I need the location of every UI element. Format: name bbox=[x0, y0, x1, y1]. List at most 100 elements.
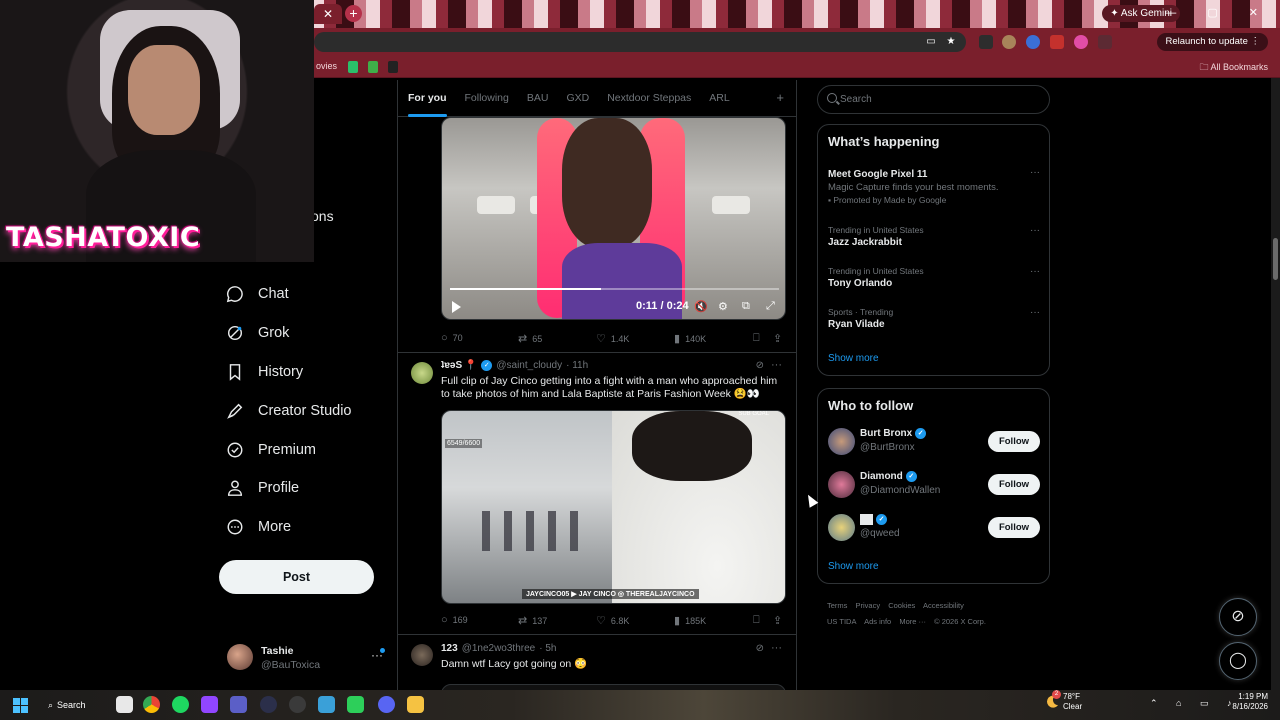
more-icon[interactable]: ··· bbox=[771, 642, 782, 654]
follow-button[interactable]: Follow bbox=[988, 517, 1040, 538]
weather-icon[interactable]: 2 bbox=[1044, 690, 1061, 715]
trend-item[interactable]: Sports · Trending Ryan Vilade ··· bbox=[828, 307, 1040, 330]
obs-icon[interactable] bbox=[289, 696, 306, 713]
weather-readout[interactable]: 78°F Clear bbox=[1063, 692, 1082, 712]
more-icon[interactable]: ··· bbox=[1030, 307, 1040, 318]
file-icon[interactable] bbox=[116, 696, 133, 713]
trend-item[interactable]: Trending in United States Jazz Jackrabbi… bbox=[828, 225, 1040, 248]
bookmark-icon[interactable] bbox=[348, 61, 358, 73]
nav-item-profile[interactable]: Profile bbox=[226, 479, 299, 497]
nav-item-history[interactable]: History bbox=[226, 363, 303, 381]
repost-button[interactable]: ⇄ 137 bbox=[518, 614, 547, 627]
reply-button[interactable]: ○ 70 bbox=[441, 332, 463, 344]
folder-icon[interactable] bbox=[407, 696, 424, 713]
extension-icon[interactable] bbox=[1026, 35, 1040, 49]
account-switcher[interactable]: Tashie @BauToxica ··· bbox=[227, 642, 387, 674]
footer-link[interactable]: Terms bbox=[827, 601, 847, 610]
all-bookmarks[interactable]: 🗀 All Bookmarks bbox=[1199, 60, 1268, 76]
more-icon[interactable]: ··· bbox=[771, 359, 782, 371]
avatar[interactable] bbox=[411, 362, 433, 384]
scrollbar[interactable] bbox=[1271, 78, 1280, 690]
extension-icon[interactable] bbox=[1098, 35, 1112, 49]
grok-icon[interactable]: ⊘ bbox=[756, 643, 764, 654]
scroll-thumb[interactable] bbox=[1273, 238, 1278, 280]
nav-item-creator-studio[interactable]: Creator Studio bbox=[226, 402, 352, 420]
tab-arl[interactable]: ARL bbox=[709, 80, 729, 117]
follow-button[interactable]: Follow bbox=[988, 474, 1040, 495]
extension-icon[interactable] bbox=[1074, 35, 1088, 49]
app-icon[interactable] bbox=[347, 696, 364, 713]
spotify-icon[interactable] bbox=[172, 696, 189, 713]
footer-link[interactable]: Ads info bbox=[864, 617, 891, 626]
reply-button[interactable]: ○ 169 bbox=[441, 614, 468, 626]
discord-icon[interactable] bbox=[378, 696, 395, 713]
new-tab-button[interactable]: + bbox=[345, 5, 362, 22]
footer-link[interactable]: Accessibility bbox=[923, 601, 964, 610]
like-button[interactable]: ♡ 6.8K bbox=[596, 614, 629, 627]
app-icon[interactable] bbox=[260, 696, 277, 713]
tab-following[interactable]: Following bbox=[465, 80, 509, 117]
repost-button[interactable]: ⇄ 65 bbox=[518, 332, 542, 345]
messages-button[interactable]: ◯ bbox=[1219, 642, 1257, 680]
mute-icon[interactable]: 🔇 bbox=[694, 300, 708, 313]
footer-link[interactable]: Privacy bbox=[856, 601, 881, 610]
extension-icon[interactable] bbox=[1050, 35, 1064, 49]
video-progress-bar[interactable] bbox=[450, 288, 779, 290]
like-button[interactable]: ♡ 1.4K bbox=[596, 332, 629, 345]
avatar[interactable] bbox=[411, 644, 433, 666]
bookmark-button[interactable]: ⎕ bbox=[753, 614, 760, 627]
footer-link[interactable]: More ··· bbox=[899, 617, 926, 626]
trend-item[interactable]: Meet Google Pixel 11 Magic Capture finds… bbox=[828, 167, 1040, 205]
taskbar-search[interactable]: ⌕ Search bbox=[48, 697, 86, 713]
tab-for-you[interactable]: For you bbox=[408, 80, 447, 117]
cast-icon[interactable]: ▭ bbox=[924, 35, 938, 49]
trend-item[interactable]: Trending in United States Tony Orlando ·… bbox=[828, 266, 1040, 289]
follow-suggestion[interactable]: ✓ @qweed Follow bbox=[828, 514, 1040, 544]
popout-icon[interactable]: ⧉ bbox=[742, 300, 750, 313]
relaunch-button[interactable]: Relaunch to update ⋮ bbox=[1157, 33, 1268, 51]
nav-item-chat[interactable]: Chat bbox=[226, 285, 289, 303]
tab-gxd[interactable]: GXD bbox=[566, 80, 589, 117]
tweet-author-name[interactable]: 123 bbox=[441, 643, 458, 654]
tab-bau[interactable]: BAU bbox=[527, 80, 549, 117]
address-bar[interactable] bbox=[314, 32, 966, 52]
views-button[interactable]: ▮ 140K bbox=[674, 332, 706, 345]
tab-nextdoor-steppas[interactable]: Nextdoor Steppas bbox=[607, 80, 691, 117]
add-tab-button[interactable]: + bbox=[776, 90, 784, 105]
settings-icon[interactable]: ⚙ bbox=[718, 300, 728, 313]
tweet-time[interactable]: · 11h bbox=[566, 360, 588, 371]
follow-suggestion[interactable]: Diamond ✓ @DiamondWallen Follow bbox=[828, 471, 1040, 501]
views-button[interactable]: ▮ 185K bbox=[674, 614, 706, 627]
bookmark-button[interactable]: ⎕ bbox=[753, 332, 760, 345]
follow-button[interactable]: Follow bbox=[988, 431, 1040, 452]
nav-item-grok[interactable]: Grok bbox=[226, 324, 289, 342]
tab-close-icon[interactable]: ✕ bbox=[314, 4, 342, 24]
show-more-link[interactable]: Show more bbox=[828, 353, 879, 364]
star-icon[interactable]: ★ bbox=[944, 35, 958, 49]
show-more-link[interactable]: Show more bbox=[828, 561, 879, 572]
fullscreen-icon[interactable]: ⤢ bbox=[766, 300, 775, 313]
share-button[interactable]: ⇪ bbox=[773, 614, 782, 627]
nav-item-more[interactable]: More bbox=[226, 518, 291, 536]
twitch-icon[interactable] bbox=[201, 696, 218, 713]
play-icon[interactable] bbox=[452, 301, 461, 313]
share-button[interactable]: ⇪ bbox=[773, 332, 782, 345]
bookmark-movies[interactable]: ovies bbox=[316, 61, 337, 71]
more-icon[interactable]: ··· bbox=[1030, 266, 1040, 277]
follow-suggestion[interactable]: Burt Bronx ✓ @BurtBronx Follow bbox=[828, 428, 1040, 458]
bookmark-icon[interactable] bbox=[388, 61, 398, 73]
tweet-video[interactable]: 6549/6600 SUB GOAL JAYCINCO05 ▶ JAY CINC… bbox=[441, 410, 786, 604]
nav-item-partial[interactable]: ons bbox=[311, 208, 334, 224]
search-input[interactable]: Search bbox=[817, 85, 1050, 114]
tweet-author-handle[interactable]: @saint_cloudy bbox=[496, 360, 562, 371]
tweet-time[interactable]: · 5h bbox=[539, 643, 556, 654]
app-icon[interactable] bbox=[230, 696, 247, 713]
extension-icon[interactable] bbox=[979, 35, 993, 49]
bookmark-icon[interactable] bbox=[368, 61, 378, 73]
window-controls[interactable]: — ▢ ✕ bbox=[1165, 6, 1272, 19]
grok-icon[interactable]: ⊘ bbox=[756, 360, 764, 371]
more-icon[interactable]: ··· bbox=[1030, 225, 1040, 236]
footer-link[interactable]: US TIDA bbox=[827, 617, 856, 626]
grok-button[interactable]: ⊘ bbox=[1219, 598, 1257, 636]
more-icon[interactable]: ··· bbox=[1030, 167, 1040, 178]
